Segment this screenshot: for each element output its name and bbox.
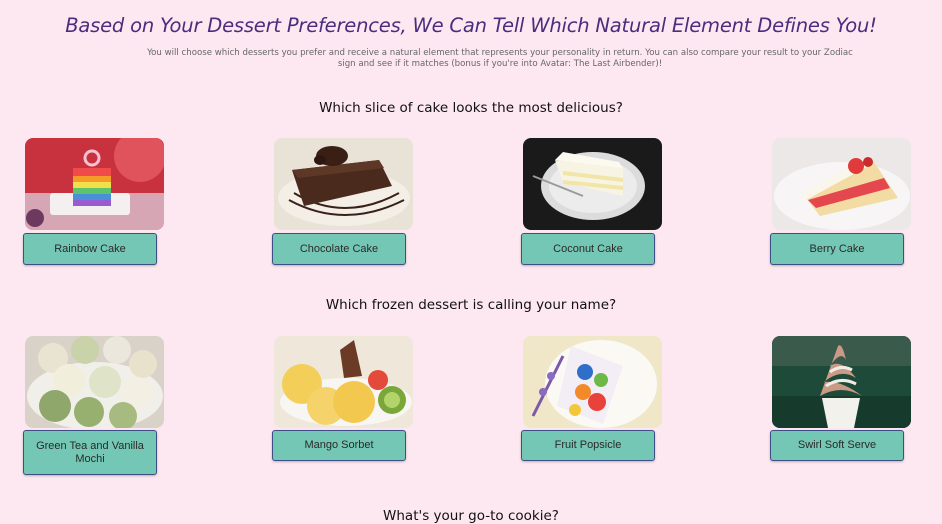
berry-cake-photo[interactable]	[772, 138, 911, 230]
mochi-photo[interactable]	[25, 336, 164, 428]
option-mochi: Green Tea and Vanilla Mochi	[23, 336, 165, 475]
option-chocolate-cake: Chocolate Cake	[272, 138, 414, 265]
soft-serve-button[interactable]: Swirl Soft Serve	[770, 430, 904, 461]
question-3-text: What's your go-to cookie?	[383, 508, 559, 524]
coconut-cake-button[interactable]: Coconut Cake	[521, 233, 655, 265]
mango-sorbet-button[interactable]: Mango Sorbet	[272, 430, 406, 461]
quiz-title: Based on Your Dessert Preferences, We Ca…	[65, 14, 877, 37]
option-berry-cake: Berry Cake	[770, 138, 912, 265]
berry-cake-button[interactable]: Berry Cake	[770, 233, 904, 265]
option-mango-sorbet: Mango Sorbet	[272, 336, 414, 461]
fruit-popsicle-photo[interactable]	[523, 336, 662, 428]
soft-serve-photo[interactable]	[772, 336, 911, 428]
option-rainbow-cake: Rainbow Cake	[23, 138, 165, 265]
fruit-popsicle-button[interactable]: Fruit Popsicle	[521, 430, 655, 461]
chocolate-cake-button[interactable]: Chocolate Cake	[272, 233, 406, 265]
coconut-cake-photo[interactable]	[523, 138, 662, 230]
mango-sorbet-photo[interactable]	[274, 336, 413, 428]
option-soft-serve: Swirl Soft Serve	[770, 336, 912, 461]
rainbow-cake-button[interactable]: Rainbow Cake	[23, 233, 157, 265]
option-coconut-cake: Coconut Cake	[521, 138, 663, 265]
question-1-text: Which slice of cake looks the most delic…	[319, 100, 623, 116]
mochi-button[interactable]: Green Tea and Vanilla Mochi	[23, 430, 157, 475]
quiz-description: You will choose which desserts you prefe…	[147, 48, 853, 69]
rainbow-cake-photo[interactable]	[25, 138, 164, 230]
option-fruit-popsicle: Fruit Popsicle	[521, 336, 663, 461]
question-2-text: Which frozen dessert is calling your nam…	[325, 297, 617, 313]
chocolate-cake-photo[interactable]	[274, 138, 413, 230]
